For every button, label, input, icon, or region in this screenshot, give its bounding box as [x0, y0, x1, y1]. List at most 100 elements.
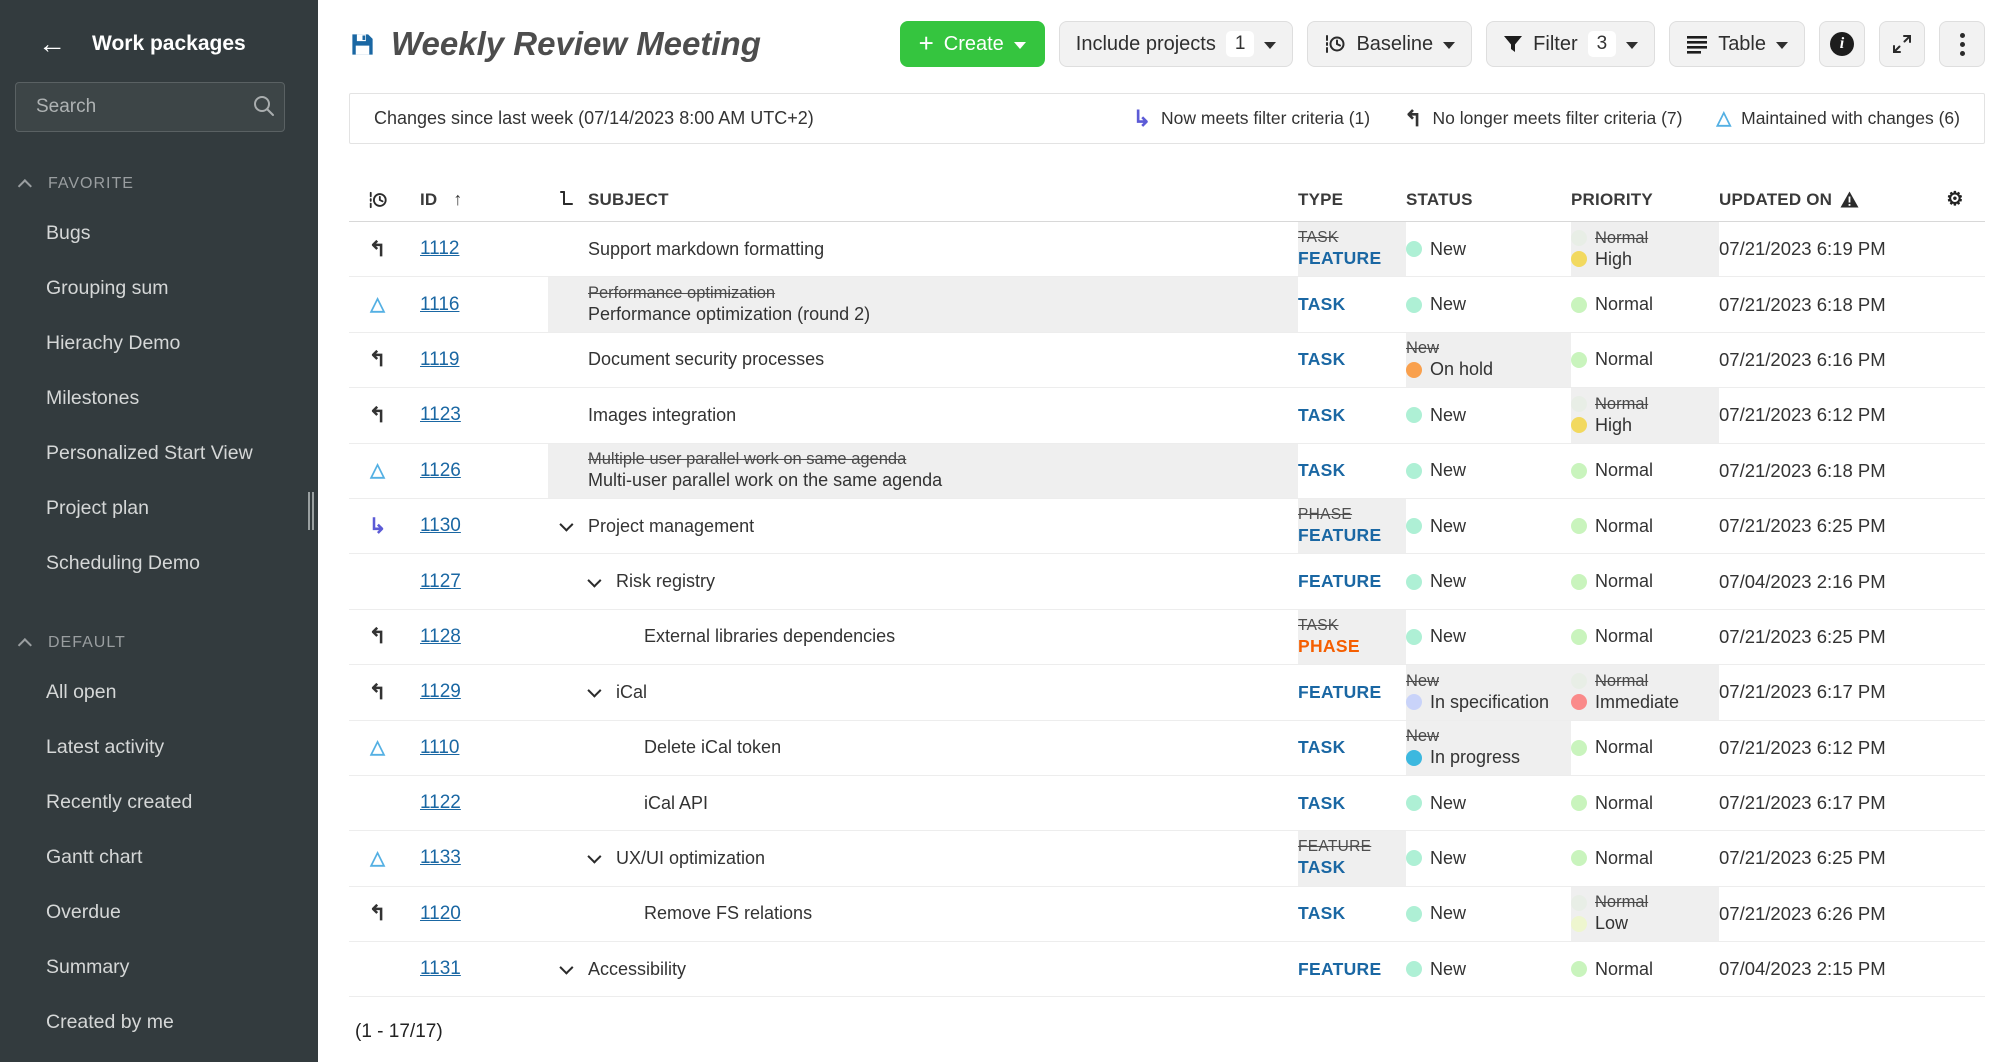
table-row[interactable]: ↰ 1129 iCal FEATURE New In specification Norma… [349, 665, 1985, 721]
sidebar-item-summary[interactable]: Summary [0, 940, 318, 995]
row-settings-cell [1925, 333, 1985, 387]
collapse-chevron-icon[interactable] [587, 683, 616, 698]
baseline-button[interactable]: Baseline [1307, 21, 1473, 67]
status-cell: New [1406, 776, 1571, 830]
table-row[interactable]: 1122 iCal API TASK New Normal 07/21/2023 6:17… [349, 776, 1985, 832]
sidebar-item-all-open[interactable]: All open [0, 665, 318, 720]
work-package-id-link[interactable]: 1119 [420, 349, 459, 371]
subject-text: Risk registry [616, 571, 715, 592]
status-dot-icon [1571, 628, 1587, 645]
subject-text: Remove FS relations [644, 903, 812, 924]
row-change-icon-cell [349, 942, 406, 996]
column-header-subject[interactable]: SUBJECT [548, 178, 1298, 221]
collapse-chevron-icon[interactable] [559, 517, 588, 532]
table-row[interactable]: △ 1126 Multiple user parallel work on same… [349, 443, 1985, 499]
work-package-id-link[interactable]: 1128 [420, 626, 461, 648]
no-longer-meets-arrow-icon: ↰ [368, 403, 387, 427]
include-projects-button[interactable]: Include projects 1 [1058, 21, 1294, 67]
status-dot-icon [1571, 850, 1587, 867]
sidebar-item-overdue[interactable]: Overdue [0, 885, 318, 940]
table-row[interactable]: ↳ 1130 Project management PHASE FEATURE New No… [349, 498, 1985, 555]
sidebar-item-created-by-me[interactable]: Created by me [0, 995, 318, 1050]
table-row[interactable]: △ 1116 Performance optimization Performance… [349, 277, 1985, 333]
row-change-icon-cell: △ [349, 444, 406, 498]
search-input[interactable] [15, 82, 285, 132]
status-lines: New [1406, 903, 1466, 924]
status-cell: New [1406, 942, 1571, 996]
work-package-id-link[interactable]: 1110 [420, 737, 459, 759]
priority-value: Normal [1571, 737, 1653, 758]
collapse-chevron-icon[interactable] [559, 960, 588, 975]
back-arrow-icon[interactable]: ← [38, 30, 66, 58]
work-package-id-link[interactable]: 1130 [420, 515, 461, 537]
updated-on-cell: 07/21/2023 6:25 PM [1719, 515, 1886, 537]
status-lines: New [1406, 571, 1466, 592]
id-cell: 1110 [406, 721, 548, 775]
work-package-id-link[interactable]: 1116 [420, 294, 459, 316]
table-view-button[interactable]: Table [1669, 21, 1805, 67]
sidebar-item-bugs[interactable]: Bugs [0, 206, 318, 261]
work-package-id-link[interactable]: 1123 [420, 404, 461, 426]
column-header-status[interactable]: STATUS [1406, 178, 1571, 221]
fullscreen-icon [1893, 35, 1911, 53]
column-header-priority[interactable]: PRIORITY [1571, 178, 1719, 221]
row-change-icon-cell: △ [349, 277, 406, 331]
row-settings-cell [1925, 610, 1985, 664]
table-row[interactable]: ↰ 1128 External libraries dependencies TASK… [349, 609, 1985, 666]
table-row[interactable]: 1127 Risk registry FEATURE New Normal 07/04/2… [349, 554, 1985, 610]
priority-cell: Normal [1571, 721, 1719, 775]
type-lines: TASK [1298, 460, 1346, 481]
id-cell: 1120 [406, 887, 548, 941]
sidebar-item-grouping-sum[interactable]: Grouping sum [0, 261, 318, 316]
status-dot-icon [1406, 361, 1422, 378]
subject-text: Document security processes [588, 349, 824, 370]
table-row[interactable]: ↰ 1123 Images integration TASK New Normal High… [349, 388, 1985, 444]
work-package-id-link[interactable]: 1112 [420, 238, 459, 260]
sidebar-item-scheduling-demo[interactable]: Scheduling Demo [0, 536, 318, 591]
table-row[interactable]: △ 1133 UX/UI optimization FEATURE TASK New Nor… [349, 831, 1985, 887]
collapse-chevron-icon[interactable] [587, 849, 616, 865]
fullscreen-button[interactable] [1879, 21, 1925, 67]
filter-button[interactable]: Filter 3 [1486, 21, 1656, 67]
sidebar-item-gantt-chart[interactable]: Gantt chart [0, 830, 318, 885]
sidebar-resize-handle[interactable] [308, 492, 314, 530]
work-package-id-link[interactable]: 1127 [420, 571, 461, 593]
more-options-button[interactable] [1939, 21, 1985, 67]
table-row[interactable]: 1131 Accessibility FEATURE New Normal 07/04/2… [349, 942, 1985, 998]
sidebar-item-milestones[interactable]: Milestones [0, 371, 318, 426]
status-dot-icon [1571, 694, 1587, 711]
column-header-type[interactable]: TYPE [1298, 178, 1406, 221]
status-dot-icon [1571, 573, 1587, 590]
table-row[interactable]: ↰ 1120 Remove FS relations TASK New Normal Low… [349, 886, 1985, 943]
work-package-id-link[interactable]: 1126 [420, 460, 461, 482]
sidebar-item-hierachy-demo[interactable]: Hierachy Demo [0, 316, 318, 371]
id-cell: 1116 [406, 277, 548, 331]
work-package-id-link[interactable]: 1129 [420, 681, 461, 703]
column-header-id[interactable]: ID ↑ [406, 178, 548, 221]
sidebar-item-personalized-start-view[interactable]: Personalized Start View [0, 426, 318, 481]
table-settings-button[interactable]: ⚙ [1925, 178, 1985, 221]
create-button[interactable]: + Create [899, 21, 1045, 67]
sidebar-item-project-plan[interactable]: Project plan [0, 481, 318, 536]
sidebar-search [15, 82, 290, 132]
column-header-updated-on[interactable]: UPDATED ON [1719, 178, 1925, 221]
work-package-id-link[interactable]: 1122 [420, 792, 461, 814]
table-row[interactable]: △ 1110 Delete iCal token TASK New In progress… [349, 720, 1985, 776]
sidebar-item-recently-created[interactable]: Recently created [0, 775, 318, 830]
work-package-id-link[interactable]: 1131 [420, 958, 461, 980]
sidebar-item-latest-activity[interactable]: Latest activity [0, 720, 318, 775]
collapse-chevron-icon[interactable] [587, 573, 616, 588]
work-package-id-link[interactable]: 1120 [420, 903, 461, 925]
work-package-id-link[interactable]: 1133 [420, 847, 461, 869]
table-row[interactable]: ↰ 1119 Document security processes TASK New O… [349, 332, 1985, 389]
info-button[interactable]: i [1819, 21, 1865, 67]
maintained-triangle-icon: △ [370, 460, 385, 482]
priority-value: Normal [1571, 571, 1653, 592]
sidebar-section-header[interactable]: FAVORITE [0, 162, 318, 206]
table-row[interactable]: ↰ 1112 Support markdown formatting TASK FEAT… [349, 222, 1985, 278]
no-longer-meets-arrow-icon: ↰ [368, 625, 387, 649]
type-cell: TASK [1298, 444, 1406, 498]
priority-old-value: Normal [1571, 893, 1648, 912]
sidebar-section-header[interactable]: DEFAULT [0, 621, 318, 665]
updated-on-cell: 07/21/2023 6:12 PM [1719, 736, 1886, 758]
